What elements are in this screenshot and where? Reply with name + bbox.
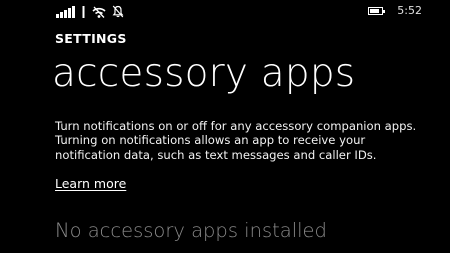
empty-state-message: No accessory apps installed	[55, 219, 327, 242]
section-label: SETTINGS	[55, 31, 127, 46]
status-time: 5:52	[397, 4, 422, 17]
status-icons-right: 5:52	[368, 5, 422, 17]
status-icons-left	[56, 4, 124, 18]
wifi-icon	[91, 6, 106, 18]
page-title: accessory apps	[52, 51, 356, 96]
battery-level-fill	[370, 9, 380, 13]
quiet-hours-icon	[112, 5, 123, 18]
data-connection-icon	[82, 6, 84, 18]
status-bar: 5:52	[0, 0, 450, 24]
description-text: Turn notifications on or off for any acc…	[55, 119, 417, 162]
signal-strength-icon	[56, 5, 75, 18]
battery-icon	[368, 7, 386, 15]
learn-more-link[interactable]: Learn more	[55, 176, 126, 191]
